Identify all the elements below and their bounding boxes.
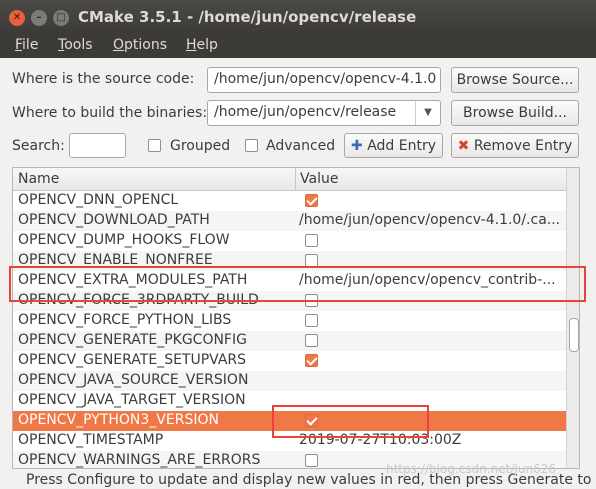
- grouped-label: Grouped: [170, 138, 231, 154]
- column-header-name[interactable]: Name: [18, 171, 59, 187]
- annotation-box-python3: [272, 405, 429, 438]
- title-bar: ✕ – □ CMake 3.5.1 - /home/jun/opencv/rel…: [0, 0, 596, 36]
- minimize-window-button[interactable]: –: [31, 10, 47, 26]
- menu-options[interactable]: Options: [113, 37, 167, 53]
- browse-source-button[interactable]: Browse Source...: [451, 67, 579, 93]
- entry-name: OPENCV_GENERATE_PKGCONFIG: [18, 332, 247, 348]
- entry-name: OPENCV_PYTHON3_VERSION: [18, 412, 219, 428]
- table-row[interactable]: OPENCV_GENERATE_PKGCONFIG: [13, 331, 566, 351]
- entry-name: OPENCV_WARNINGS_ARE_ERRORS: [18, 452, 261, 468]
- entry-name: OPENCV_TIMESTAMP: [18, 432, 164, 448]
- entry-value-checkbox[interactable]: [305, 234, 318, 247]
- entry-value-checkbox[interactable]: [305, 354, 318, 367]
- column-header-value[interactable]: Value: [300, 171, 338, 187]
- search-input[interactable]: [69, 133, 126, 158]
- close-window-button[interactable]: ✕: [9, 10, 25, 26]
- table-row[interactable]: OPENCV_FORCE_PYTHON_LIBS: [13, 311, 566, 331]
- entry-name: OPENCV_JAVA_TARGET_VERSION: [18, 392, 246, 408]
- table-row[interactable]: OPENCV_DUMP_HOOKS_FLOW: [13, 231, 566, 251]
- plus-icon: ✚: [351, 138, 363, 154]
- table-row[interactable]: OPENCV_JAVA_SOURCE_VERSION: [13, 371, 566, 391]
- watermark-text: https://blog.csdn.net/Jun626: [386, 462, 557, 476]
- table-header: Name Value: [13, 168, 566, 191]
- build-path-combo[interactable]: /home/jun/opencv/release ▼: [207, 100, 441, 126]
- entry-value-checkbox[interactable]: [305, 194, 318, 207]
- remove-entry-button[interactable]: ✖ Remove Entry: [451, 133, 579, 158]
- chevron-down-icon[interactable]: ▼: [415, 101, 440, 125]
- window-title: CMake 3.5.1 - /home/jun/opencv/release: [78, 8, 417, 26]
- advanced-label: Advanced: [266, 138, 336, 154]
- entry-name: OPENCV_DOWNLOAD_PATH: [18, 212, 210, 228]
- menu-bar: File Tools Options Help: [0, 36, 596, 58]
- entry-value[interactable]: /home/jun/opencv/opencv-4.1.0/.ca...: [299, 212, 561, 228]
- entry-name: OPENCV_DUMP_HOOKS_FLOW: [18, 232, 230, 248]
- advanced-checkbox[interactable]: [245, 139, 258, 152]
- browse-build-button[interactable]: Browse Build...: [451, 100, 579, 126]
- source-path-field[interactable]: /home/jun/opencv/opencv-4.1.0: [207, 67, 441, 93]
- entry-name: OPENCV_JAVA_SOURCE_VERSION: [18, 372, 249, 388]
- maximize-window-button[interactable]: □: [53, 10, 69, 26]
- table-row[interactable]: OPENCV_GENERATE_SETUPVARS: [13, 351, 566, 371]
- entry-value-checkbox[interactable]: [305, 314, 318, 327]
- menu-file[interactable]: File: [15, 37, 38, 53]
- table-row[interactable]: OPENCV_DNN_OPENCL: [13, 191, 566, 211]
- entry-value-checkbox[interactable]: [305, 454, 318, 467]
- entry-name: OPENCV_FORCE_PYTHON_LIBS: [18, 312, 232, 328]
- search-label: Search:: [12, 138, 65, 154]
- entry-name: OPENCV_DNN_OPENCL: [18, 192, 179, 208]
- add-entry-button[interactable]: ✚ Add Entry: [344, 133, 443, 158]
- annotation-box-extra-modules: [9, 266, 586, 302]
- scrollbar-thumb[interactable]: [569, 318, 579, 352]
- table-scrollbar[interactable]: [566, 168, 579, 468]
- remove-entry-label: Remove Entry: [473, 138, 573, 154]
- grouped-checkbox[interactable]: [148, 139, 161, 152]
- menu-help[interactable]: Help: [186, 37, 218, 53]
- remove-icon: ✖: [457, 138, 470, 154]
- entry-value-checkbox[interactable]: [305, 334, 318, 347]
- table-row[interactable]: OPENCV_DOWNLOAD_PATH/home/jun/opencv/ope…: [13, 211, 566, 231]
- build-label: Where to build the binaries:: [12, 105, 208, 121]
- build-path-value: /home/jun/opencv/release: [214, 104, 397, 120]
- menu-tools[interactable]: Tools: [58, 37, 93, 53]
- add-entry-label: Add Entry: [367, 138, 436, 154]
- source-label: Where is the source code:: [12, 71, 195, 87]
- entry-name: OPENCV_GENERATE_SETUPVARS: [18, 352, 247, 368]
